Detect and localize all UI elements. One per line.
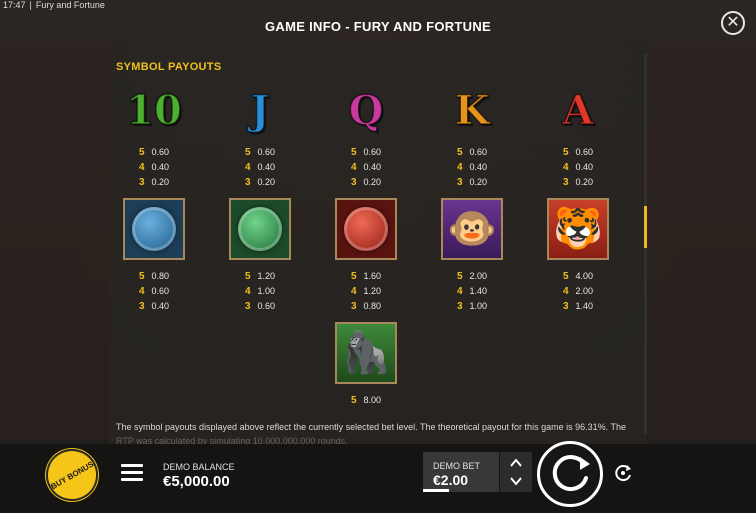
payout-table: 5 1.60 4 1.20 3 0.80 xyxy=(350,271,382,312)
spin-button[interactable] xyxy=(537,441,603,507)
blue-monkey-coin-icon xyxy=(123,198,185,260)
bet-display[interactable]: DEMO BET €2.00 xyxy=(423,452,499,492)
chevron-up-icon xyxy=(510,458,522,467)
payout-table: 5 0.60 4 0.40 3 0.20 xyxy=(456,147,488,188)
payout-table: 5 1.20 4 1.00 3 0.60 xyxy=(244,271,276,312)
symbol-card-red-panda-coin: 5 1.60 4 1.20 3 0.80 xyxy=(313,198,419,314)
a-symbol: A xyxy=(562,86,595,135)
payout-table: 5 0.60 4 0.40 3 0.20 xyxy=(350,147,382,188)
bottom-bar xyxy=(0,444,756,513)
spin-icon xyxy=(552,455,590,492)
monkey-icon: 🐵 xyxy=(441,198,503,260)
close-button[interactable]: ✕ xyxy=(721,11,745,35)
k-symbol: K xyxy=(454,86,490,135)
bet-underline xyxy=(423,489,449,492)
payout-table: 5 0.60 4 0.40 3 0.20 xyxy=(244,147,276,188)
status-bar: 17:47 | Fury and Fortune xyxy=(3,0,105,10)
page-title: GAME INFO - FURY AND FORTUNE xyxy=(264,19,492,34)
scrollbar-thumb[interactable] xyxy=(644,206,647,248)
q-symbol: Q xyxy=(348,86,384,135)
balance-value: €5,000.00 xyxy=(163,473,230,490)
autoplay-button[interactable] xyxy=(612,462,634,484)
balance-label: DEMO BALANCE xyxy=(163,462,235,472)
symbol-card-tiger: 🐯 5 4.00 4 2.00 3 1.40 xyxy=(525,198,631,314)
info-panel[interactable]: SYMBOL PAYOUTS 10 5 0.60 4 0.40 3 0.20 J… xyxy=(109,44,647,444)
payout-table: 5 0.60 4 0.40 3 0.20 xyxy=(562,147,594,188)
symbol-card-blue-monkey-coin: 5 0.80 4 0.60 3 0.40 xyxy=(109,198,207,314)
payout-table: 5 0.60 4 0.40 3 0.20 xyxy=(138,147,170,188)
tiger-icon: 🐯 xyxy=(547,198,609,260)
status-time: 17:47 xyxy=(3,0,26,10)
bet-increase-button[interactable] xyxy=(508,455,524,471)
gorilla-icon: 🦍 xyxy=(335,322,397,384)
green-tiger-coin-icon xyxy=(229,198,291,260)
chevron-down-icon xyxy=(510,477,522,486)
section-title: SYMBOL PAYOUTS xyxy=(116,61,222,73)
symbol-card-q: Q 5 0.60 4 0.40 3 0.20 xyxy=(313,86,419,190)
symbol-card-j: J 5 0.60 4 0.40 3 0.20 xyxy=(207,86,313,190)
symbol-card-green-tiger-coin: 5 1.20 4 1.00 3 0.60 xyxy=(207,198,313,314)
symbol-card-gorilla: 🦍 5 8.00 xyxy=(313,322,419,408)
bet-label: DEMO BET xyxy=(433,461,481,471)
bet-value: €2.00 xyxy=(433,472,469,488)
status-app-name: Fury and Fortune xyxy=(35,0,105,10)
rtp-disclaimer: The symbol payouts displayed above refle… xyxy=(116,422,626,444)
payout-table: 5 2.00 4 1.40 3 1.00 xyxy=(456,271,488,312)
close-icon: ✕ xyxy=(726,14,740,31)
symbol-card-monkey: 🐵 5 2.00 4 1.40 3 1.00 xyxy=(419,198,525,314)
bet-decrease-button[interactable] xyxy=(508,473,524,489)
ten-symbol: 10 xyxy=(125,86,182,135)
symbol-card-k: K 5 0.60 4 0.40 3 0.20 xyxy=(419,86,525,190)
payout-table: 5 8.00 xyxy=(350,395,382,406)
autoplay-icon xyxy=(615,465,631,482)
payout-table: 5 4.00 4 2.00 3 1.40 xyxy=(562,271,594,312)
bet-stepper xyxy=(500,452,532,492)
hamburger-menu-icon[interactable] xyxy=(121,464,143,482)
j-symbol: J xyxy=(250,86,270,135)
symbol-card-a: A 5 0.60 4 0.40 3 0.20 xyxy=(525,86,631,190)
red-panda-coin-icon xyxy=(335,198,397,260)
symbol-card-10: 10 5 0.60 4 0.40 3 0.20 xyxy=(109,86,207,190)
payout-table: 5 0.80 4 0.60 3 0.40 xyxy=(138,271,170,312)
